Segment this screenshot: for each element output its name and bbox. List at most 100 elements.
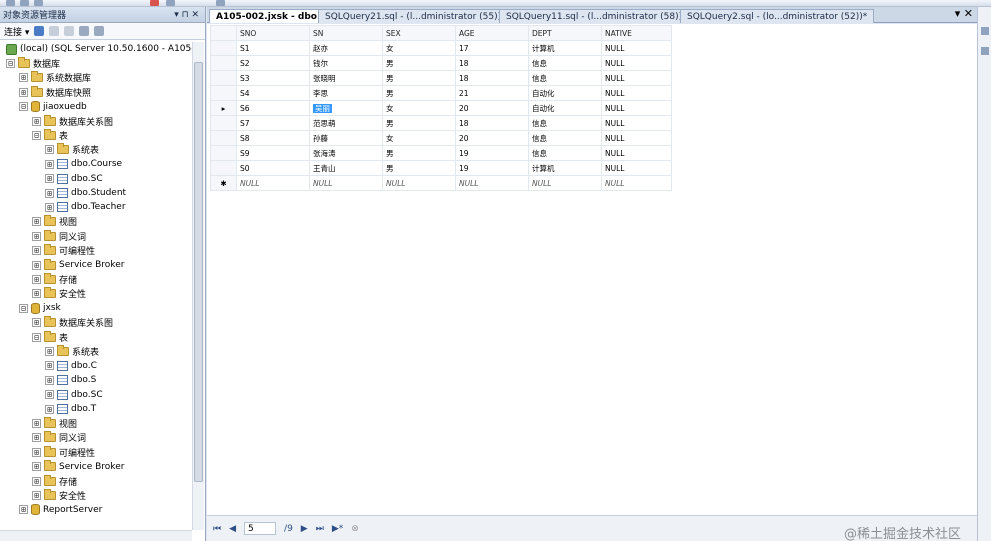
expand-icon[interactable]: ⊞ [32, 433, 41, 443]
expand-icon[interactable]: ⊞ [45, 361, 54, 371]
table-cell[interactable]: 范思萌 [309, 115, 383, 131]
table-row[interactable]: S2 钱尔 男 18 信息 NULL [210, 55, 672, 71]
tree-node[interactable]: ⊟ 表 [32, 128, 68, 142]
table-cell[interactable]: 男 [382, 160, 456, 176]
toolbox-icon[interactable] [981, 47, 989, 55]
table-cell[interactable]: 张海涛 [309, 145, 383, 161]
tree-node[interactable]: ⊟ jiaoxuedb [19, 100, 87, 114]
row-selector[interactable] [210, 130, 237, 146]
row-selector[interactable] [210, 85, 237, 101]
expand-icon[interactable]: ⊞ [32, 246, 41, 256]
tab-sqlquery11[interactable]: SQLQuery11.sql - (l...dministrator (58))… [499, 9, 694, 23]
table-row[interactable]: S8 孙藤 女 20 信息 NULL [210, 130, 672, 146]
expand-icon[interactable]: ⊞ [32, 462, 41, 472]
current-record-field[interactable]: 5 [244, 522, 277, 535]
tree-node[interactable]: ⊞ 数据库关系图 [32, 114, 113, 128]
tree-node[interactable]: ⊞ dbo.SC [45, 388, 103, 402]
table-cell[interactable]: 18 [455, 55, 529, 71]
tree-node[interactable]: ⊞ dbo.C [45, 359, 97, 373]
expand-icon[interactable]: ⊞ [45, 390, 54, 400]
tree-node[interactable]: ⊞ dbo.T [45, 402, 96, 416]
table-cell[interactable]: 18 [455, 70, 529, 86]
expand-icon[interactable]: ⊞ [45, 145, 54, 155]
table-cell[interactable]: 张晓明 [309, 70, 383, 86]
tab-dbo-s[interactable]: A105-002.jxsk - dbo.S [209, 9, 334, 23]
table-cell[interactable]: 女 [382, 130, 456, 146]
panel-controls[interactable]: ▾ ⊓ ✕ [174, 10, 205, 20]
expand-icon[interactable]: ⊞ [32, 476, 41, 486]
tree-node[interactable]: ⊟ 表 [32, 330, 68, 344]
toolbar-icon[interactable] [216, 0, 225, 6]
tree-node[interactable]: ⊞ 安全性 [32, 488, 86, 502]
table-cell[interactable]: 计算机 [528, 40, 602, 56]
expand-icon[interactable]: ⊞ [32, 116, 41, 126]
table-cell[interactable]: 信息 [528, 145, 602, 161]
refresh-icon[interactable] [94, 26, 105, 36]
expand-icon[interactable]: ⊞ [32, 260, 41, 270]
table-cell[interactable]: 孙藤 [309, 130, 383, 146]
table-cell[interactable]: NULL [601, 160, 672, 176]
table-cell[interactable]: NULL [236, 175, 310, 191]
table-cell[interactable]: 20 [455, 100, 529, 116]
row-selector[interactable] [210, 145, 237, 161]
column-header[interactable]: DEPT [528, 25, 602, 41]
row-selector-header[interactable] [210, 25, 237, 41]
table-row[interactable]: S1 赵亦 女 17 计算机 NULL [210, 40, 672, 56]
table-cell[interactable]: 吴丽 [309, 100, 383, 116]
table-cell[interactable]: 男 [382, 85, 456, 101]
column-header[interactable]: SN [309, 25, 383, 41]
expand-icon[interactable]: ⊞ [45, 174, 54, 184]
tree-node[interactable]: ⊞ 数据库关系图 [32, 316, 113, 330]
tree-node[interactable]: ⊞ dbo.Course [45, 157, 122, 171]
table-cell[interactable]: NULL [601, 85, 672, 101]
column-header[interactable]: NATIVE [601, 25, 672, 41]
table-row[interactable]: ▸ S6 吴丽 女 20 自动化 NULL [210, 100, 672, 116]
stop-icon[interactable]: ⊗ [351, 524, 359, 534]
expand-icon[interactable]: ⊞ [45, 159, 54, 169]
collapse-icon[interactable]: ⊟ [19, 102, 28, 112]
connect-button[interactable]: 连接 ▾ [4, 25, 29, 38]
tree-node[interactable]: ⊞ Service Broker [32, 258, 124, 272]
collapse-icon[interactable]: ⊟ [19, 303, 28, 313]
table-cell[interactable]: 18 [455, 115, 529, 131]
tree-node[interactable]: ⊞ dbo.Student [45, 186, 126, 200]
next-record-button[interactable]: ▶ [301, 524, 308, 534]
row-selector[interactable] [210, 55, 237, 71]
table-cell[interactable]: NULL [601, 130, 672, 146]
table-row[interactable]: S0 王青山 男 19 计算机 NULL [210, 160, 672, 176]
tree-node[interactable]: ⊞ 同义词 [32, 229, 86, 243]
table-cell[interactable]: 李思 [309, 85, 383, 101]
tree-node[interactable]: ⊞ 安全性 [32, 287, 86, 301]
collapse-icon[interactable]: ⊟ [32, 332, 41, 342]
tab-controls[interactable]: ▾ ✕ [955, 7, 973, 20]
expand-icon[interactable]: ⊞ [32, 217, 41, 227]
expand-icon[interactable]: ⊞ [32, 490, 41, 500]
table-cell[interactable]: 赵亦 [309, 40, 383, 56]
table-cell[interactable]: S2 [236, 55, 310, 71]
tree-node[interactable]: ⊞ dbo.Teacher [45, 200, 126, 214]
expand-icon[interactable]: ⊞ [45, 375, 54, 385]
tree-node[interactable]: ⊞ 可编程性 [32, 445, 95, 459]
toolbar-icon[interactable] [34, 0, 43, 6]
table-cell[interactable]: S0 [236, 160, 310, 176]
table-cell[interactable]: NULL [309, 175, 383, 191]
tree-node[interactable]: ⊞ ReportServer [19, 503, 102, 517]
tree-node[interactable]: ⊞ 存储 [32, 272, 77, 286]
table-cell[interactable]: NULL [601, 70, 672, 86]
table-cell[interactable]: S1 [236, 40, 310, 56]
tree-node[interactable]: ⊞ dbo.SC [45, 172, 103, 186]
row-selector[interactable]: ✱ [210, 175, 237, 191]
filter-icon[interactable] [79, 26, 90, 36]
table-cell[interactable]: 信息 [528, 130, 602, 146]
table-cell[interactable]: 19 [455, 145, 529, 161]
table-cell[interactable]: 自动化 [528, 100, 602, 116]
table-cell[interactable]: NULL [601, 40, 672, 56]
expand-icon[interactable]: ⊞ [45, 404, 54, 414]
tab-sqlquery2[interactable]: SQLQuery2.sql - (lo...dministrator (52))… [680, 9, 875, 23]
table-cell[interactable]: 21 [455, 85, 529, 101]
tree-node[interactable]: ⊞ 可编程性 [32, 244, 95, 258]
table-cell[interactable]: NULL [601, 115, 672, 131]
toolbar-icon[interactable] [6, 0, 15, 6]
table-cell[interactable]: S4 [236, 85, 310, 101]
tree-node[interactable]: ⊟ 数据库 [6, 56, 60, 70]
